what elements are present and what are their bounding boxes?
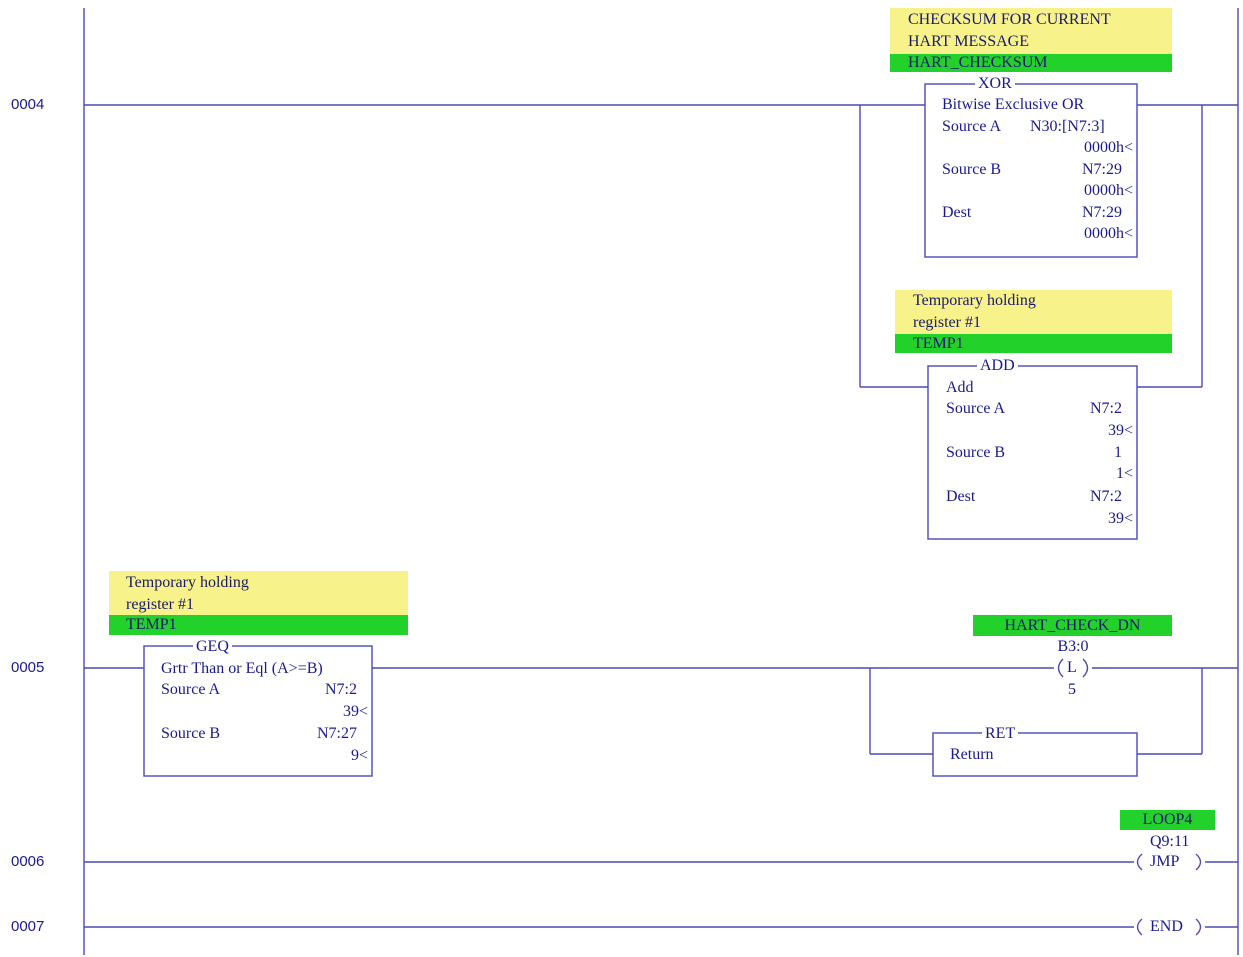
xor-description: Bitwise Exclusive OR [942, 96, 1085, 113]
add-symbol[interactable]: TEMP1 [913, 335, 964, 353]
geq-source-b-address[interactable]: N7:27 [317, 724, 357, 744]
xor-source-a-value: 0000h< [1083, 139, 1133, 156]
xor-source-a-address[interactable]: N30:[N7:3] [1030, 117, 1105, 137]
end-coil-left-paren [1136, 918, 1143, 936]
geq-source-b-value: 9< [350, 747, 368, 764]
add-source-b-value: 1< [1115, 465, 1133, 482]
end-coil-type[interactable]: END [1150, 917, 1183, 937]
jmp-coil-left-paren [1136, 853, 1143, 871]
add-dest-address[interactable]: N7:2 [1090, 487, 1122, 507]
latch-bit: 5 [1068, 681, 1076, 698]
latch-coil-left-paren [1057, 658, 1064, 678]
xor-source-b-label: Source B [942, 161, 1002, 178]
add-source-a-value: 39< [1107, 422, 1133, 439]
geq-source-a-address[interactable]: N7:2 [325, 680, 357, 700]
jmp-coil-right-paren [1195, 853, 1202, 871]
geq-source-b-label: Source B [161, 725, 221, 742]
latch-coil-type[interactable]: L [1067, 658, 1077, 678]
xor-dest-value: 0000h< [1083, 225, 1133, 242]
rung-number[interactable]: 0007 [11, 918, 44, 935]
ret-title[interactable]: RET [982, 725, 1019, 743]
xor-comment-line1: CHECKSUM FOR CURRENT [908, 11, 1111, 28]
latch-symbol[interactable]: HART_CHECK_DN [973, 617, 1172, 635]
ret-description: Return [950, 746, 994, 763]
add-dest-label: Dest [946, 488, 976, 505]
xor-source-a-label: Source A [942, 118, 1002, 135]
latch-coil-right-paren [1082, 658, 1089, 678]
xor-dest-address[interactable]: N7:29 [1082, 203, 1122, 223]
geq-source-a-label: Source A [161, 681, 221, 698]
xor-comment-line2: HART MESSAGE [908, 33, 1029, 50]
geq-title[interactable]: GEQ [193, 638, 232, 656]
add-source-b-label: Source B [946, 444, 1006, 461]
add-source-b-address[interactable]: 1 [1114, 443, 1122, 463]
jmp-symbol[interactable]: LOOP4 [1120, 811, 1215, 829]
ladder-wiring [83, 8, 1239, 955]
jmp-address[interactable]: Q9:11 [1150, 832, 1189, 852]
end-coil-right-paren [1195, 918, 1202, 936]
xor-source-b-value: 0000h< [1083, 182, 1133, 199]
latch-address[interactable]: B3:0 [1033, 637, 1113, 657]
add-source-a-address[interactable]: N7:2 [1090, 399, 1122, 419]
xor-source-b-address[interactable]: N7:29 [1082, 160, 1122, 180]
xor-title[interactable]: XOR [975, 75, 1015, 93]
rung-number[interactable]: 0006 [11, 853, 44, 870]
add-comment-line1: Temporary holding [913, 292, 1036, 309]
add-description: Add [946, 379, 974, 396]
jmp-coil-type[interactable]: JMP [1150, 852, 1179, 872]
geq-symbol[interactable]: TEMP1 [126, 616, 177, 634]
add-comment-line2: register #1 [913, 314, 981, 331]
rung-number[interactable]: 0005 [11, 659, 44, 676]
geq-comment-line1: Temporary holding [126, 574, 249, 591]
geq-comment-line2: register #1 [126, 596, 194, 613]
add-title[interactable]: ADD [977, 357, 1018, 375]
rung-number[interactable]: 0004 [11, 96, 44, 113]
xor-symbol[interactable]: HART_CHECKSUM [908, 54, 1048, 72]
xor-dest-label: Dest [942, 204, 972, 221]
add-source-a-label: Source A [946, 400, 1006, 417]
add-dest-value: 39< [1107, 510, 1133, 527]
geq-source-a-value: 39< [342, 703, 368, 720]
geq-description: Grtr Than or Eql (A>=B) [161, 660, 323, 677]
